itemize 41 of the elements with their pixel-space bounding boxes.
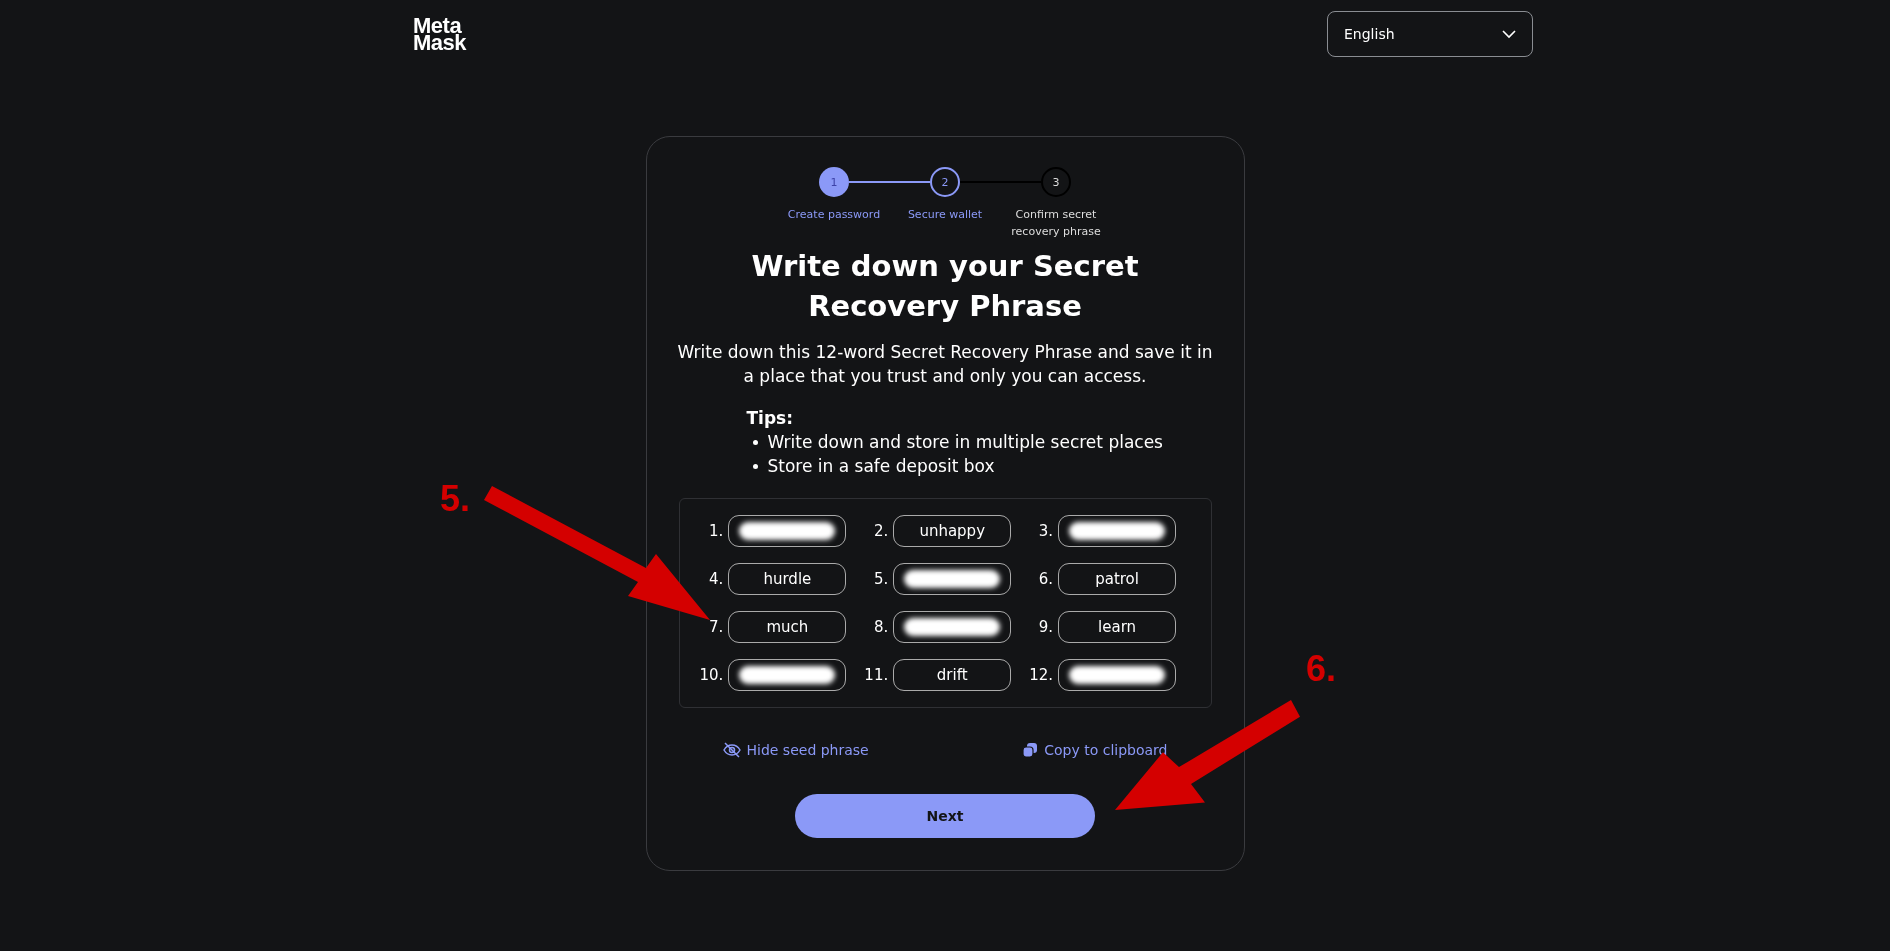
seed-word: hurdle <box>728 563 847 595</box>
description: Write down this 12-word Secret Recovery Phrase and save it in a place that you trust and only you can access. <box>676 341 1214 388</box>
copy-to-clipboard-link[interactable]: Copy to clipboard <box>1022 742 1168 758</box>
page-title: Write down your Secret Recovery Phrase <box>750 248 1140 325</box>
step-circle: 1 <box>819 167 849 197</box>
tip-text: Write down and store in multiple secret places <box>767 431 1163 454</box>
tip-text: Store in a safe deposit box <box>767 455 995 478</box>
word-number: 7. <box>709 618 724 636</box>
bullet-icon <box>752 463 758 469</box>
copy-icon <box>1022 742 1039 758</box>
word-number: 4. <box>709 570 724 588</box>
chevron-down-icon <box>1502 29 1516 39</box>
word-number: 3. <box>1038 522 1054 540</box>
word-number: 1. <box>709 522 724 540</box>
seed-word: patrol <box>1058 563 1177 595</box>
step-label: Secure wallet <box>906 207 984 223</box>
logo: Meta Mask <box>413 17 467 51</box>
step-label: Create password <box>786 207 882 223</box>
step-circle: 2 <box>930 167 960 197</box>
seed-word: learn <box>1058 611 1177 643</box>
word-number: 8. <box>873 618 889 636</box>
word-number: 12. <box>1029 666 1054 684</box>
word-number: 5. <box>873 570 889 588</box>
tips-heading: Tips: <box>746 407 794 430</box>
eye-slash-icon <box>722 742 741 758</box>
hide-seed-phrase-link[interactable]: Hide seed phrase <box>722 742 869 758</box>
word-number: 9. <box>1038 618 1054 636</box>
annotation-label: 5. <box>440 478 471 520</box>
step-label: Confirm secret recovery phrase <box>1010 207 1102 240</box>
word-number: 6. <box>1038 570 1054 588</box>
seed-word: much <box>728 611 847 643</box>
bullet-icon <box>752 439 758 445</box>
seed-word: unhappy <box>893 515 1012 547</box>
next-button[interactable]: Next <box>795 794 1095 838</box>
annotation-label: 6. <box>1306 648 1337 690</box>
word-number: 2. <box>873 522 889 540</box>
word-number: 11. <box>864 666 889 684</box>
step-circle: 3 <box>1041 167 1071 197</box>
seed-word: drift <box>893 659 1012 691</box>
word-number: 10. <box>699 666 724 684</box>
language-select[interactable]: English <box>1327 11 1533 57</box>
